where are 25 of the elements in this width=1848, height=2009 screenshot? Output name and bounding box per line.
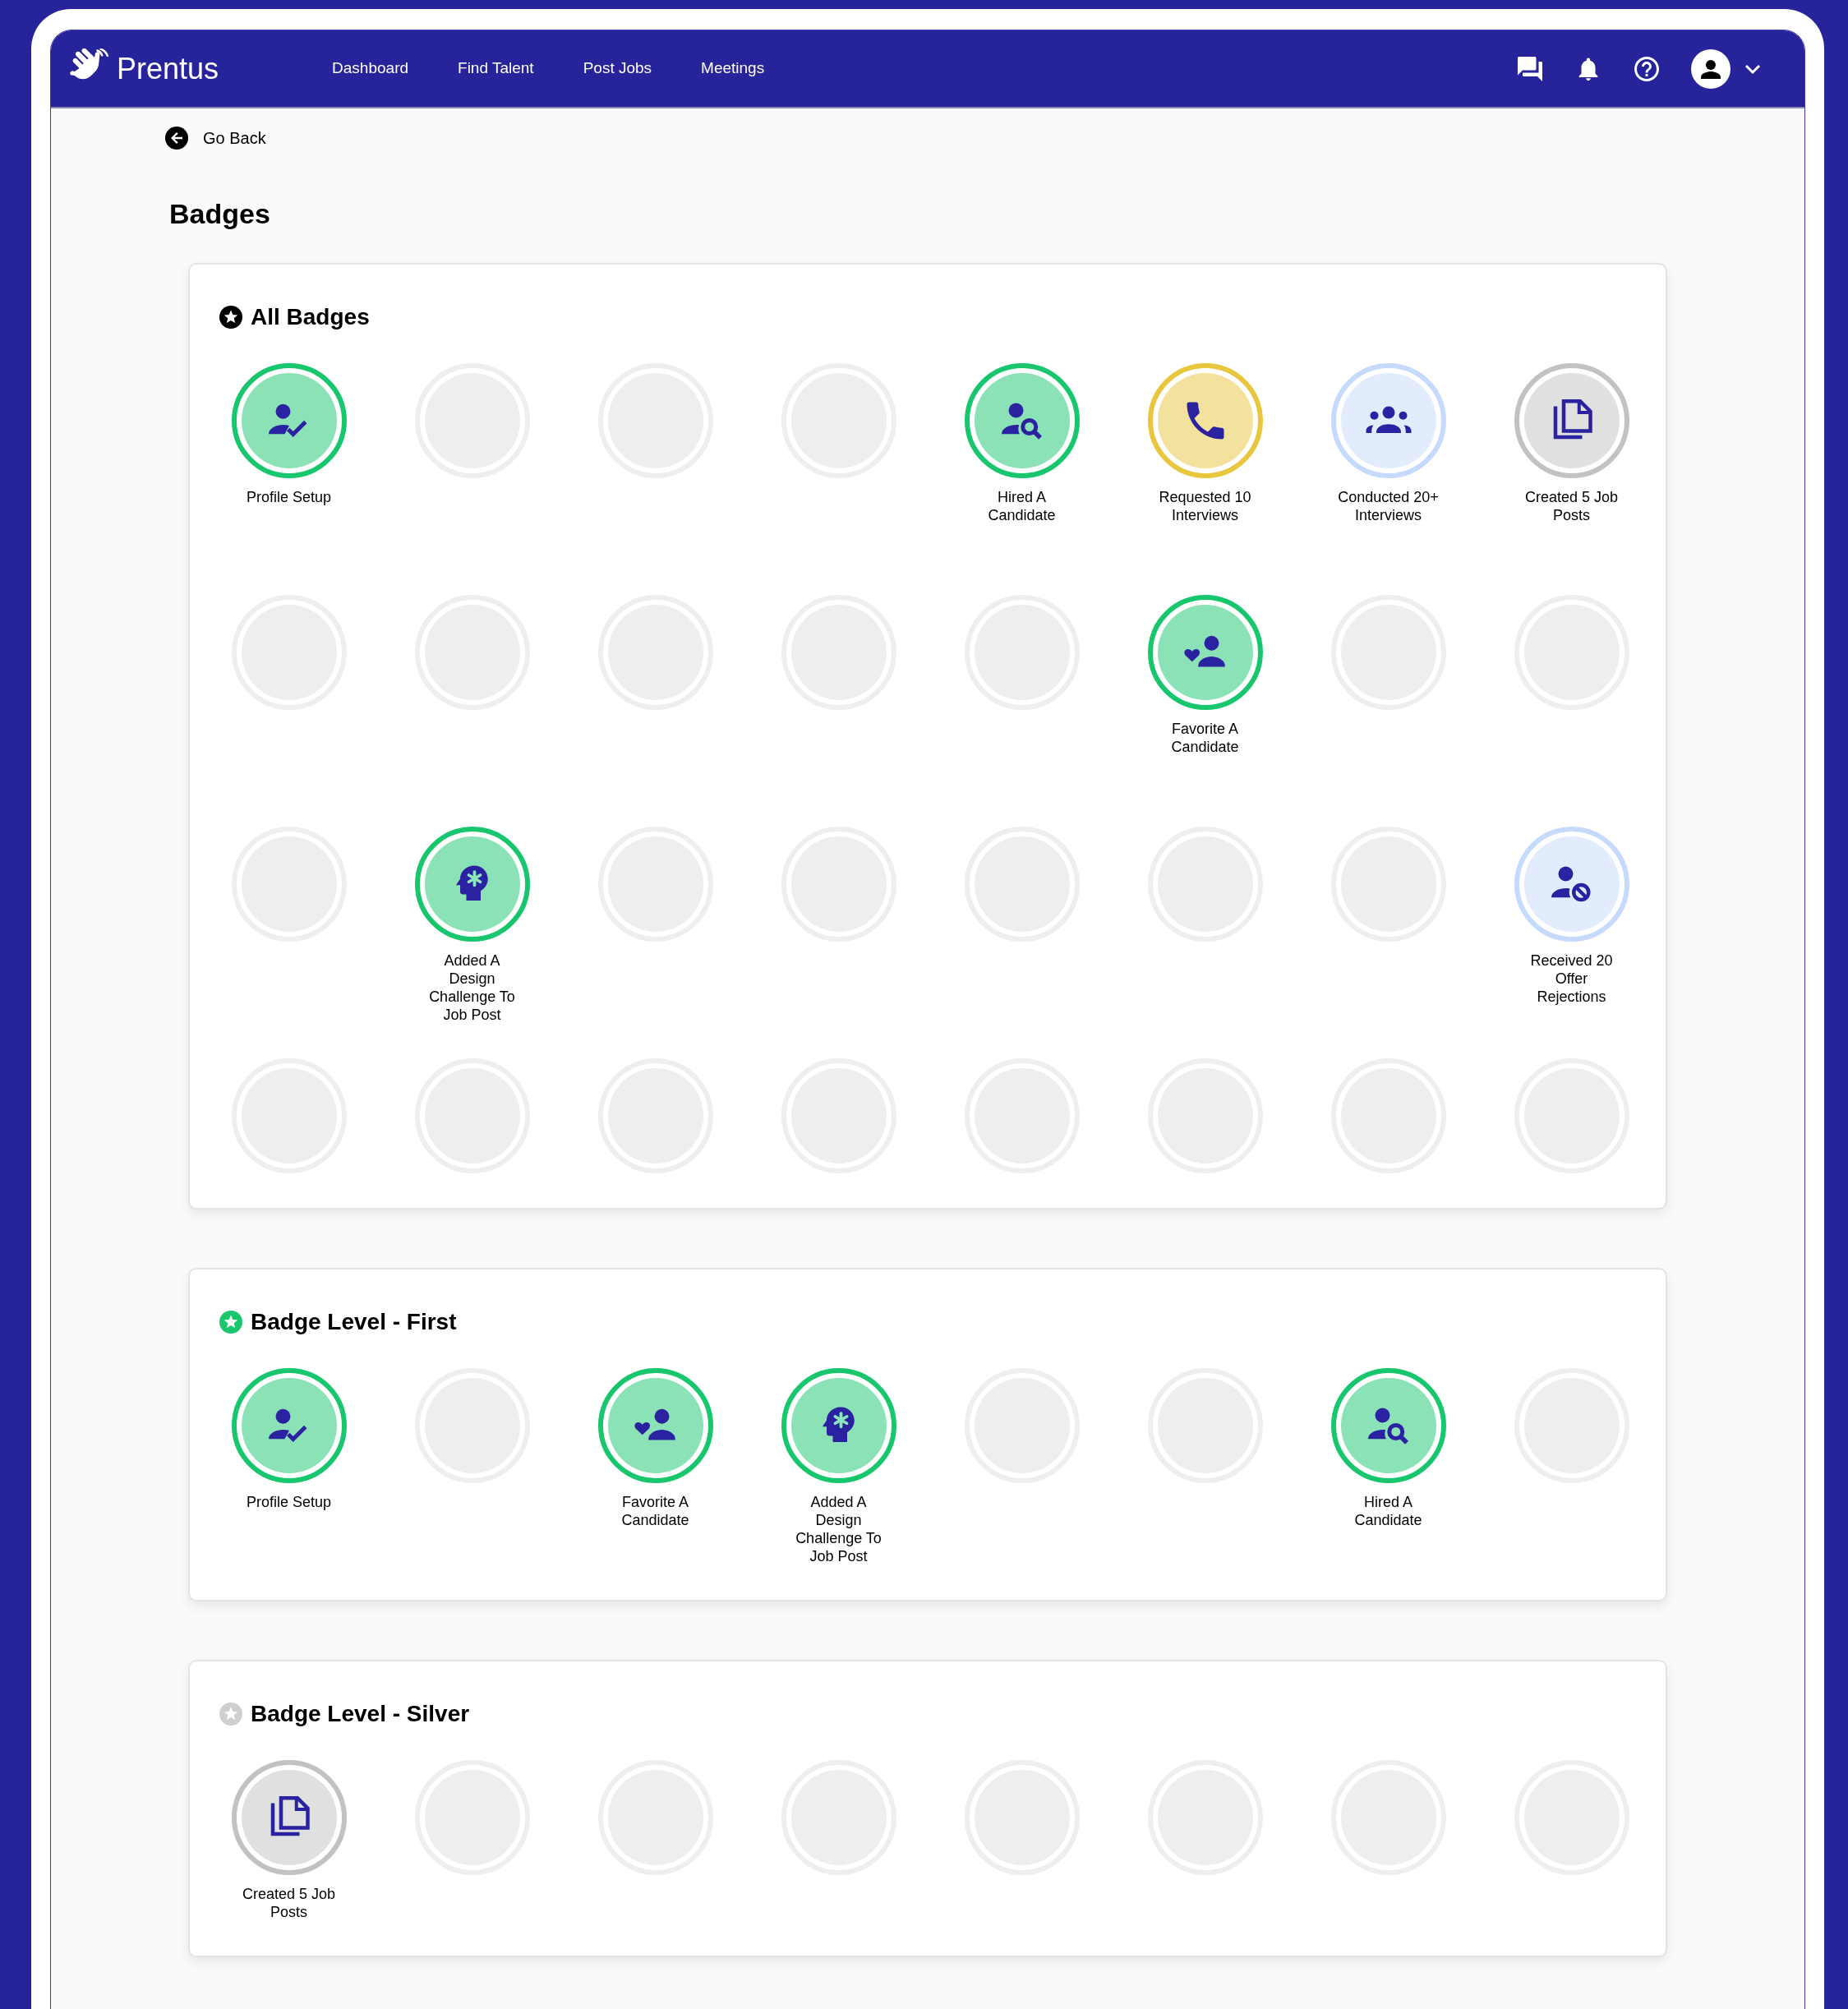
go-back-link[interactable]: Go Back <box>203 126 266 150</box>
section-title: All Badges <box>251 306 370 329</box>
nav-link[interactable]: Find Talent <box>458 57 534 81</box>
badge-label: Favorite A Candidate <box>620 1493 690 1529</box>
nav-link[interactable]: Meetings <box>701 57 765 81</box>
page-title: Badges <box>169 197 271 230</box>
section-title: Badge Level - First <box>251 1311 457 1334</box>
chevron-down-icon[interactable] <box>1744 62 1762 75</box>
badge-label: Hired A Candidate <box>1353 1493 1423 1529</box>
section-title: Badge Level - Silver <box>251 1703 470 1726</box>
nav-link[interactable]: Post Jobs <box>583 57 652 81</box>
badge-label: Profile Setup <box>246 1493 332 1511</box>
badge-label: Favorite A Candidate <box>1170 720 1240 756</box>
badge-label: Received 20 Offer Rejections <box>1529 952 1614 1006</box>
brand-name[interactable]: Prentus <box>117 46 219 91</box>
badge-label: Added A Design Challenge To Job Post <box>428 952 516 1024</box>
badge-label: Created 5 Job Posts <box>241 1885 337 1921</box>
badge-label: Requested 10 Interviews <box>1158 488 1252 524</box>
badge-label: Profile Setup <box>246 488 332 506</box>
badge-label: Hired A Candidate <box>987 488 1057 524</box>
avatar-icon[interactable] <box>1691 48 1730 89</box>
badge-label: Conducted 20+ Interviews <box>1337 488 1440 524</box>
badge-label: Added A Design Challenge To Job Post <box>795 1493 883 1565</box>
badge-label: Created 5 Job Posts <box>1523 488 1620 524</box>
nav-link[interactable]: Dashboard <box>332 57 409 81</box>
